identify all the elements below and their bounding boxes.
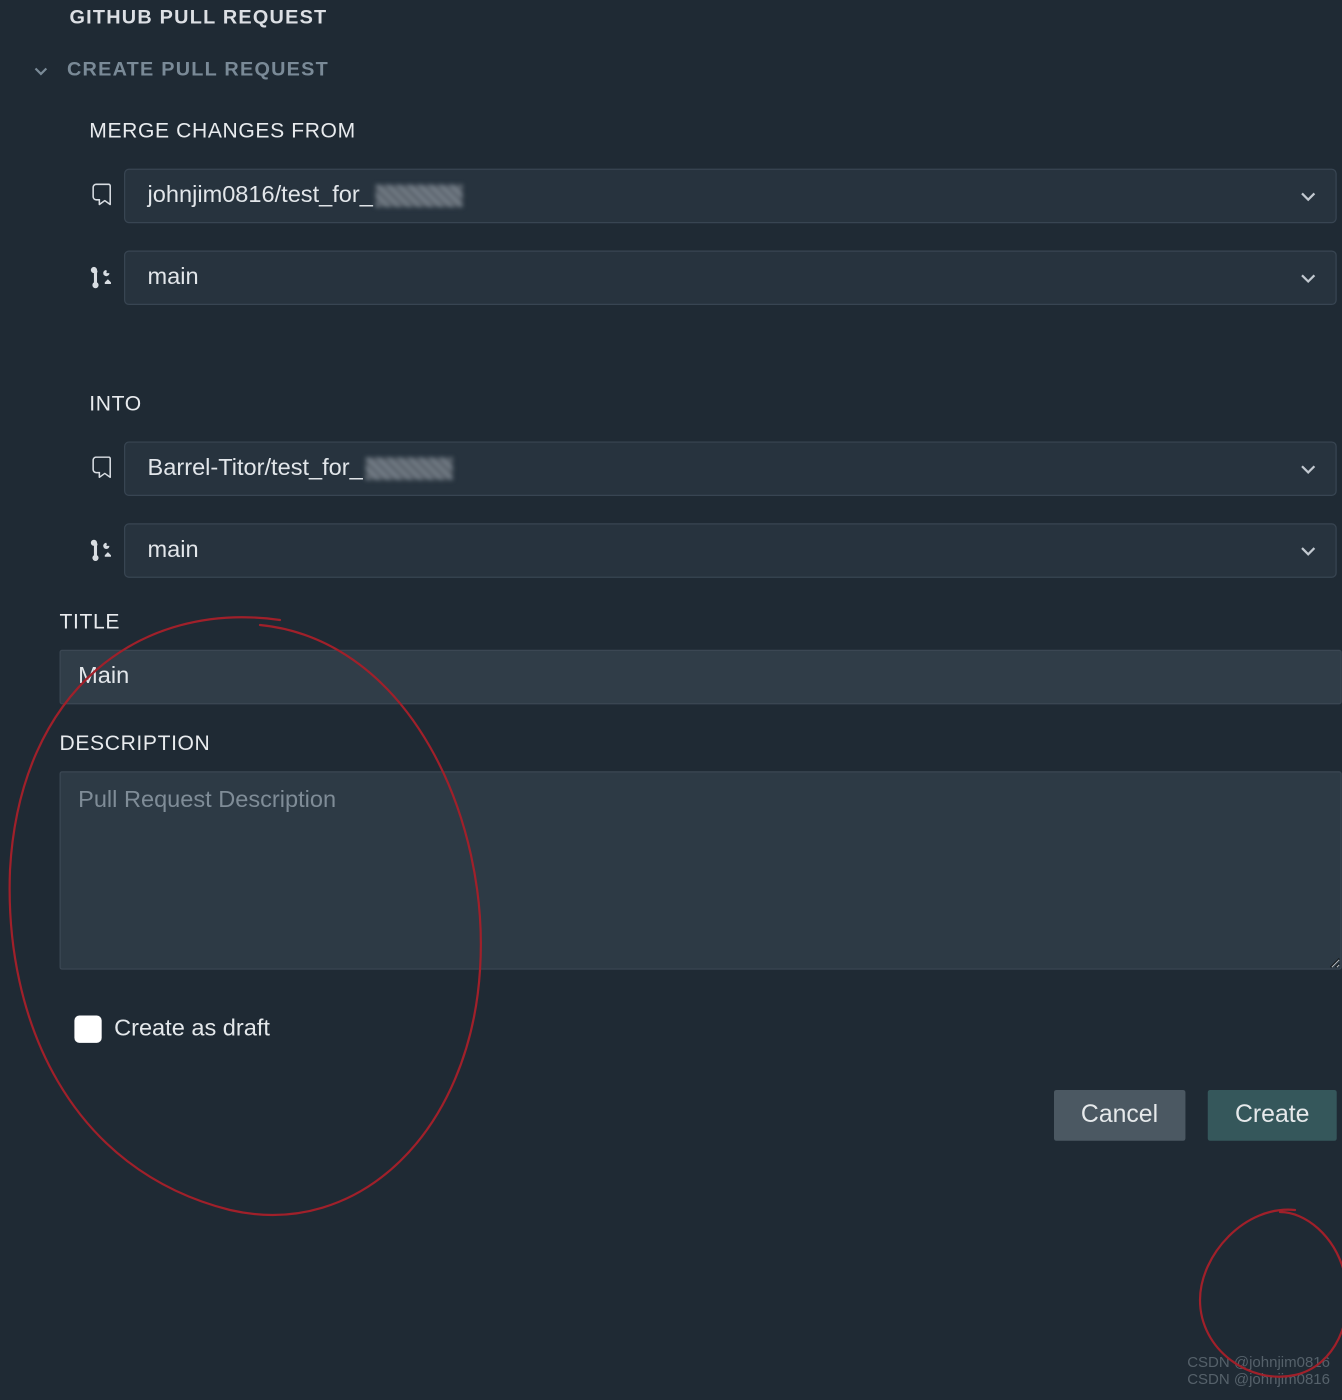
draft-checkbox[interactable] <box>74 1016 101 1043</box>
into-group: INTO Barrel-Titor/test_for_ main <box>25 392 1342 578</box>
description-textarea[interactable] <box>60 771 1342 969</box>
redacted-text <box>375 185 462 207</box>
chevron-down-icon <box>1298 186 1318 206</box>
into-repo-value: Barrel-Titor/test_for_ <box>148 455 1299 482</box>
merge-from-repo-dropdown[interactable]: johnjim0816/test_for_ <box>124 169 1337 224</box>
action-buttons: Cancel Create <box>25 1090 1342 1141</box>
create-button[interactable]: Create <box>1208 1090 1337 1141</box>
chevron-down-icon <box>30 60 52 82</box>
title-label: TITLE <box>60 610 1342 635</box>
panel-title: GITHUB PULL REQUEST <box>25 0 1342 55</box>
title-group: TITLE <box>25 610 1342 704</box>
merge-from-group: MERGE CHANGES FROM johnjim0816/test_for_… <box>25 119 1342 305</box>
description-group: DESCRIPTION <box>25 732 1342 976</box>
title-input[interactable] <box>60 650 1342 705</box>
into-repo-dropdown[interactable]: Barrel-Titor/test_for_ <box>124 441 1337 496</box>
section-title-label: CREATE PULL REQUEST <box>67 60 329 82</box>
compare-icon <box>89 265 124 290</box>
repo-icon <box>89 184 124 209</box>
into-label: INTO <box>89 392 1336 417</box>
merge-from-label: MERGE CHANGES FROM <box>89 119 1336 144</box>
redacted-text <box>365 458 452 480</box>
compare-icon <box>89 538 124 563</box>
merge-from-branch-dropdown[interactable]: main <box>124 250 1337 305</box>
section-create-pr-header[interactable]: CREATE PULL REQUEST <box>25 55 1342 119</box>
into-branch-value: main <box>148 537 1299 564</box>
chevron-down-icon <box>1298 541 1318 561</box>
chevron-down-icon <box>1298 459 1318 479</box>
merge-from-branch-value: main <box>148 264 1299 291</box>
description-label: DESCRIPTION <box>60 732 1342 757</box>
draft-checkbox-row[interactable]: Create as draft <box>25 1016 1342 1043</box>
draft-checkbox-label: Create as draft <box>114 1016 270 1043</box>
cancel-button[interactable]: Cancel <box>1054 1090 1186 1141</box>
watermark: CSDN @johnjim0816 CSDN @johnjim0816 <box>1187 1355 1330 1388</box>
into-branch-dropdown[interactable]: main <box>124 523 1337 578</box>
repo-icon <box>89 456 124 481</box>
chevron-down-icon <box>1298 268 1318 288</box>
merge-from-repo-value: johnjim0816/test_for_ <box>148 182 1299 209</box>
create-pull-request-panel: GITHUB PULL REQUEST CREATE PULL REQUEST … <box>0 0 1342 1141</box>
